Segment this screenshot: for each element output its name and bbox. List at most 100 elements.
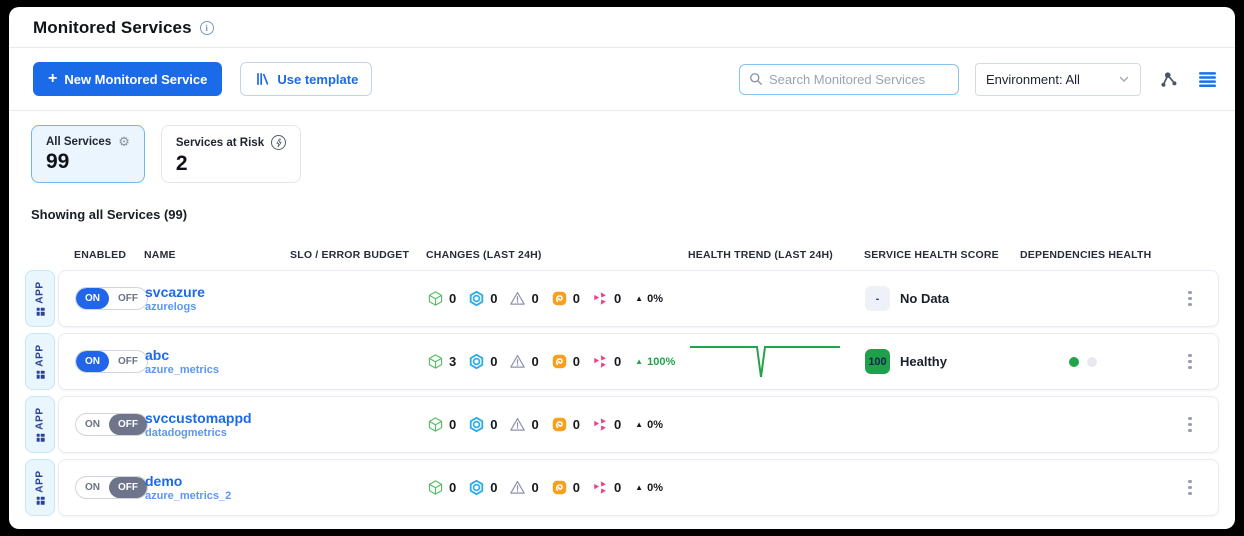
app-window: Monitored Services i + New Monitored Ser… xyxy=(9,7,1235,529)
change-trend: ▲ 100% xyxy=(635,356,675,368)
trend-percent: 0% xyxy=(647,419,663,431)
incident-orange-icon xyxy=(551,416,568,433)
service-row: ON OFF abc azure_metrics 3 0 0 0 0 xyxy=(58,333,1219,390)
service-type-label: APP xyxy=(35,281,46,303)
showing-summary: Showing all Services (99) xyxy=(31,207,1219,222)
service-type-tab[interactable]: APP xyxy=(25,459,55,516)
app-grid-icon xyxy=(36,497,44,505)
dependency-status-dot xyxy=(1087,357,1097,367)
service-subtitle: azure_metrics xyxy=(145,364,291,376)
service-row: ON OFF demo azure_metrics_2 0 0 0 0 xyxy=(58,459,1219,516)
health-score-label: Healthy xyxy=(900,354,947,369)
health-trend-cell xyxy=(689,340,865,384)
table-header: ENABLED NAME SLO / ERROR BUDGET CHANGES … xyxy=(25,249,1219,261)
risk-bolt-icon xyxy=(271,135,286,150)
template-library-icon xyxy=(254,71,270,87)
enabled-toggle[interactable]: ON OFF xyxy=(75,413,148,436)
trend-up-icon: ▲ xyxy=(635,294,643,303)
warning-triangle-icon xyxy=(509,479,526,496)
plus-icon: + xyxy=(48,70,57,88)
app-grid-icon xyxy=(36,434,44,442)
search-box xyxy=(739,64,959,95)
service-subtitle: datadogmetrics xyxy=(145,427,291,439)
list-view-button[interactable] xyxy=(1196,69,1219,90)
row-actions-kebab-menu[interactable] xyxy=(1182,350,1198,374)
alert-pink-icon xyxy=(592,353,609,370)
row-actions-kebab-menu[interactable] xyxy=(1182,287,1198,311)
enabled-toggle[interactable]: ON OFF xyxy=(75,476,148,499)
service-type-label: APP xyxy=(35,344,46,366)
environment-select[interactable]: Environment: All xyxy=(975,63,1141,96)
search-icon xyxy=(749,72,763,86)
col-enabled: ENABLED xyxy=(74,249,144,261)
alert-pink-icon xyxy=(592,479,609,496)
deployment-cube-icon xyxy=(427,416,444,433)
graph-view-button[interactable] xyxy=(1157,68,1180,91)
change-trend: ▲ 0% xyxy=(635,293,663,305)
service-subtitle: azurelogs xyxy=(145,301,291,313)
col-dependencies: DEPENDENCIES HEALTH xyxy=(1020,249,1170,261)
service-row: ON OFF svccustomappd datadogmetrics 0 0 … xyxy=(58,396,1219,453)
service-type-tab[interactable]: APP xyxy=(25,333,55,390)
environment-value: Environment: All xyxy=(986,72,1080,87)
trend-percent: 100% xyxy=(647,356,675,368)
deployment-cube-icon xyxy=(427,353,444,370)
graph-view-icon xyxy=(1159,70,1178,89)
all-services-card[interactable]: All Services ⚙ 99 xyxy=(31,125,145,183)
changes-cell: 3 0 0 0 0 ▲ 100% xyxy=(427,353,689,370)
toggle-off-label: OFF xyxy=(109,351,147,372)
warning-triangle-icon xyxy=(509,290,526,307)
change-trend: ▲ 0% xyxy=(635,419,663,431)
chevron-down-icon xyxy=(1118,73,1130,85)
health-sparkline xyxy=(689,340,841,384)
config-hexagon-icon xyxy=(468,290,485,307)
trend-up-icon: ▲ xyxy=(635,483,643,492)
info-icon[interactable]: i xyxy=(200,21,214,35)
changes-cell: 0 0 0 0 0 ▲ 0% xyxy=(427,479,689,496)
col-health-score: SERVICE HEALTH SCORE xyxy=(864,249,1020,261)
page-title: Monitored Services xyxy=(33,18,192,38)
list-view-icon xyxy=(1198,71,1217,88)
toggle-on-label: ON xyxy=(76,351,109,372)
service-name-link[interactable]: demo xyxy=(145,473,291,489)
incident-orange-icon xyxy=(551,479,568,496)
row-actions-kebab-menu[interactable] xyxy=(1182,476,1198,500)
services-at-risk-label: Services at Risk xyxy=(176,137,264,149)
alert-pink-icon xyxy=(592,290,609,307)
use-template-button[interactable]: Use template xyxy=(240,62,372,96)
new-monitored-service-button[interactable]: + New Monitored Service xyxy=(33,62,222,96)
service-name-link[interactable]: svcazure xyxy=(145,284,291,300)
service-name-link[interactable]: abc xyxy=(145,347,291,363)
col-health-trend: HEALTH TREND (LAST 24H) xyxy=(688,249,864,261)
service-type-tab[interactable]: APP xyxy=(25,396,55,453)
service-row: ON OFF svcazure azurelogs 0 0 0 0 xyxy=(58,270,1219,327)
dependencies-cell xyxy=(1021,357,1171,367)
app-grid-icon xyxy=(36,371,44,379)
row-actions-kebab-menu[interactable] xyxy=(1182,413,1198,437)
toolbar: + New Monitored Service Use template Env… xyxy=(9,48,1235,111)
enabled-toggle[interactable]: ON OFF xyxy=(75,287,148,310)
config-hexagon-icon xyxy=(468,353,485,370)
search-input[interactable] xyxy=(769,72,949,87)
deployment-cube-icon xyxy=(427,290,444,307)
col-name: NAME xyxy=(144,249,290,261)
health-score-badge: 100 xyxy=(865,349,890,374)
service-subtitle: azure_metrics_2 xyxy=(145,490,291,502)
gear-icon: ⚙ xyxy=(118,135,130,148)
trend-up-icon: ▲ xyxy=(635,420,643,429)
dependency-status-dot xyxy=(1069,357,1079,367)
all-services-label: All Services xyxy=(46,136,111,148)
deployment-cube-icon xyxy=(427,479,444,496)
services-at-risk-card[interactable]: Services at Risk 2 xyxy=(161,125,301,183)
alert-pink-icon xyxy=(592,416,609,433)
toggle-on-label: ON xyxy=(76,477,109,498)
service-type-tab[interactable]: APP xyxy=(25,270,55,327)
col-changes: CHANGES (LAST 24H) xyxy=(426,249,688,261)
trend-up-icon: ▲ xyxy=(635,357,643,366)
use-template-label: Use template xyxy=(277,72,358,87)
warning-triangle-icon xyxy=(509,353,526,370)
trend-percent: 0% xyxy=(647,293,663,305)
enabled-toggle[interactable]: ON OFF xyxy=(75,350,148,373)
service-name-link[interactable]: svccustomappd xyxy=(145,410,291,426)
health-score-cell: 100 Healthy xyxy=(865,349,1021,374)
